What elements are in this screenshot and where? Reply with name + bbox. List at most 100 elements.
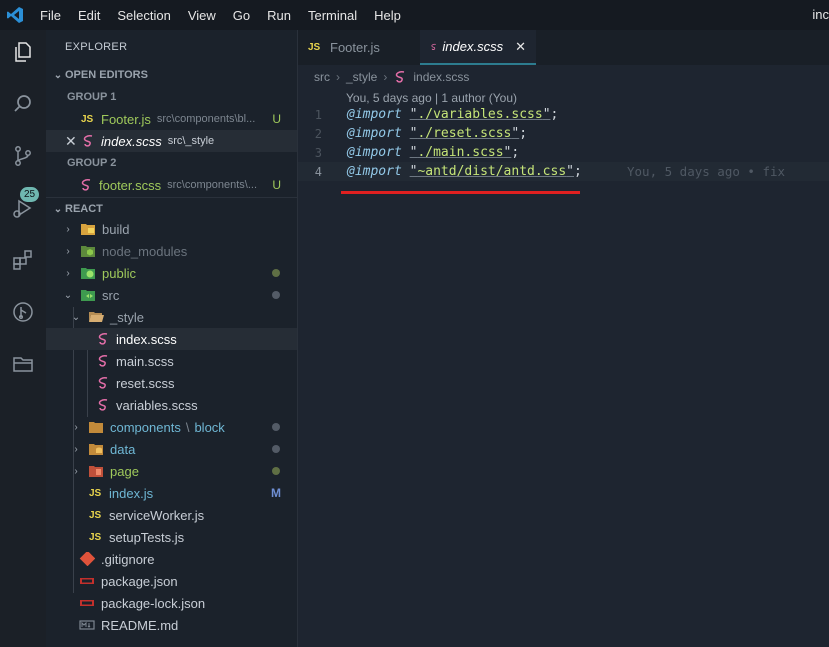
sidebar-title: EXPLORER [65,41,128,53]
chevron-right-icon: › [66,267,70,279]
code-line[interactable]: 2 @import "./reset.scss"; [298,124,829,143]
breadcrumb-index-scss[interactable]: index.scss [413,70,469,84]
code-line[interactable]: 3 @import "./main.scss"; [298,143,829,162]
line-number: 4 [314,164,322,179]
menu-file[interactable]: File [40,8,61,23]
menu-run[interactable]: Run [267,8,291,23]
tree-file-index-js[interactable]: JS index.js M [46,482,297,504]
tree-file-setuptests-js[interactable]: JS setupTests.js [46,526,297,548]
modified-dot [272,445,280,453]
js-file-icon: JS [308,42,321,53]
tree-folder-src[interactable]: ⌄ src [46,284,297,306]
src-folder-icon [81,290,95,301]
tree-folder-style[interactable]: ⌄ _style [46,306,297,328]
git-graph-icon[interactable] [8,297,38,327]
menu-edit[interactable]: Edit [78,8,100,23]
modified-dot [272,291,280,299]
tree-folder-build[interactable]: › build [46,218,297,240]
tree-file-index-scss[interactable]: index.scss [46,328,297,350]
chevron-right-icon: › [336,70,340,84]
close-icon[interactable]: ✕ [65,133,79,150]
chevron-right-icon: › [74,421,78,433]
sass-file-icon [98,377,108,389]
line-number: 1 [314,107,322,122]
sass-file-icon [98,333,108,345]
data-folder-icon [89,444,103,455]
sass-file-icon [396,71,405,83]
js-file-icon: JS [81,113,94,125]
tree-file-package-json[interactable]: package.json [46,570,297,592]
open-editor-index-scss[interactable]: ✕ index.scss src\_style [46,130,297,152]
sass-file-icon [81,179,91,191]
tree-folder-page[interactable]: › page [46,460,297,482]
open-editor-footer-js[interactable]: JS Footer.js src\components\bl... U [46,108,297,130]
line-number: 3 [314,145,322,160]
tree-file-gitignore[interactable]: .gitignore [46,548,297,570]
build-folder-icon [81,224,95,235]
status-modified: M [271,486,281,500]
chevron-right-icon: › [66,223,70,235]
npm-file-icon [80,600,94,606]
code-line[interactable]: 1 @import "./variables.scss"; [298,105,829,124]
tree-folder-data[interactable]: › data [46,438,297,460]
status-untracked: U [272,178,281,192]
source-control-icon[interactable] [8,141,38,171]
tree-file-main-scss[interactable]: main.scss [46,350,297,372]
editor-tabs: JS Footer.js index.scss ✕ [298,30,829,65]
search-icon[interactable] [8,89,38,119]
menu-terminal[interactable]: Terminal [308,8,357,23]
tree-folder-components[interactable]: › components \ block [46,416,297,438]
line-number: 2 [314,126,322,141]
vscode-logo-icon [7,7,23,23]
activity-bar: 25 [0,30,46,647]
tree-file-reset-scss[interactable]: reset.scss [46,372,297,394]
workspace-header[interactable]: ⌄ REACT [46,197,297,220]
sass-file-icon [98,399,108,411]
sass-file-icon [83,135,93,147]
codelens-blame[interactable]: You, 5 days ago | 1 author (You) [346,91,517,105]
chevron-right-icon: › [74,443,78,455]
group-2-header: GROUP 2 [67,157,117,169]
js-file-icon: JS [89,509,102,521]
chevron-right-icon: › [383,70,388,84]
modified-dot [272,467,280,475]
js-file-icon: JS [89,487,102,499]
breadcrumb-src[interactable]: src [314,70,330,84]
tree-file-serviceworker-js[interactable]: JS serviceWorker.js [46,504,297,526]
tree-file-variables-scss[interactable]: variables.scss [46,394,297,416]
modified-dot [272,269,280,277]
tree-file-readme-md[interactable]: README.md [46,614,297,636]
public-folder-icon [81,268,95,279]
tree-folder-node-modules[interactable]: › node_modules [46,240,297,262]
chevron-down-icon: ⌄ [63,289,73,301]
folder-icon[interactable] [8,349,38,379]
menu-help[interactable]: Help [374,8,401,23]
open-editors-header[interactable]: ⌄ OPEN EDITORS [46,64,297,86]
window-title: inc [812,7,829,22]
tab-index-scss[interactable]: index.scss ✕ [420,30,536,65]
extensions-icon[interactable] [8,245,38,275]
open-editor-footer-scss[interactable]: footer.scss src\components\... U [46,174,297,196]
explorer-icon[interactable] [8,37,38,67]
code-line-current[interactable]: 4 @import "~antd/dist/antd.css"; You, 5 … [298,162,829,181]
close-icon[interactable]: ✕ [515,39,526,55]
sass-file-icon [431,43,436,50]
status-untracked: U [272,112,281,126]
tab-footer-js[interactable]: JS Footer.js [298,30,422,65]
npm-file-icon [80,578,94,584]
tree-file-package-lock-json[interactable]: package-lock.json [46,592,297,614]
menu-view[interactable]: View [188,8,216,23]
tree-folder-public[interactable]: › public [46,262,297,284]
folder-open-icon [89,312,104,322]
menu-selection[interactable]: Selection [117,8,170,23]
run-debug-icon[interactable] [8,193,38,223]
markdown-file-icon [79,620,95,630]
menu-go[interactable]: Go [233,8,250,23]
annotation-underline [341,191,580,194]
explorer-sidebar: EXPLORER ⌄ OPEN EDITORS GROUP 1 JS Foote… [46,30,298,647]
editor-area: JS Footer.js index.scss ✕ src › _style ›… [298,30,829,647]
folder-icon [89,422,103,433]
sass-file-icon [98,355,108,367]
breadcrumb-style[interactable]: _style [346,70,377,84]
group-1-header: GROUP 1 [67,91,117,103]
